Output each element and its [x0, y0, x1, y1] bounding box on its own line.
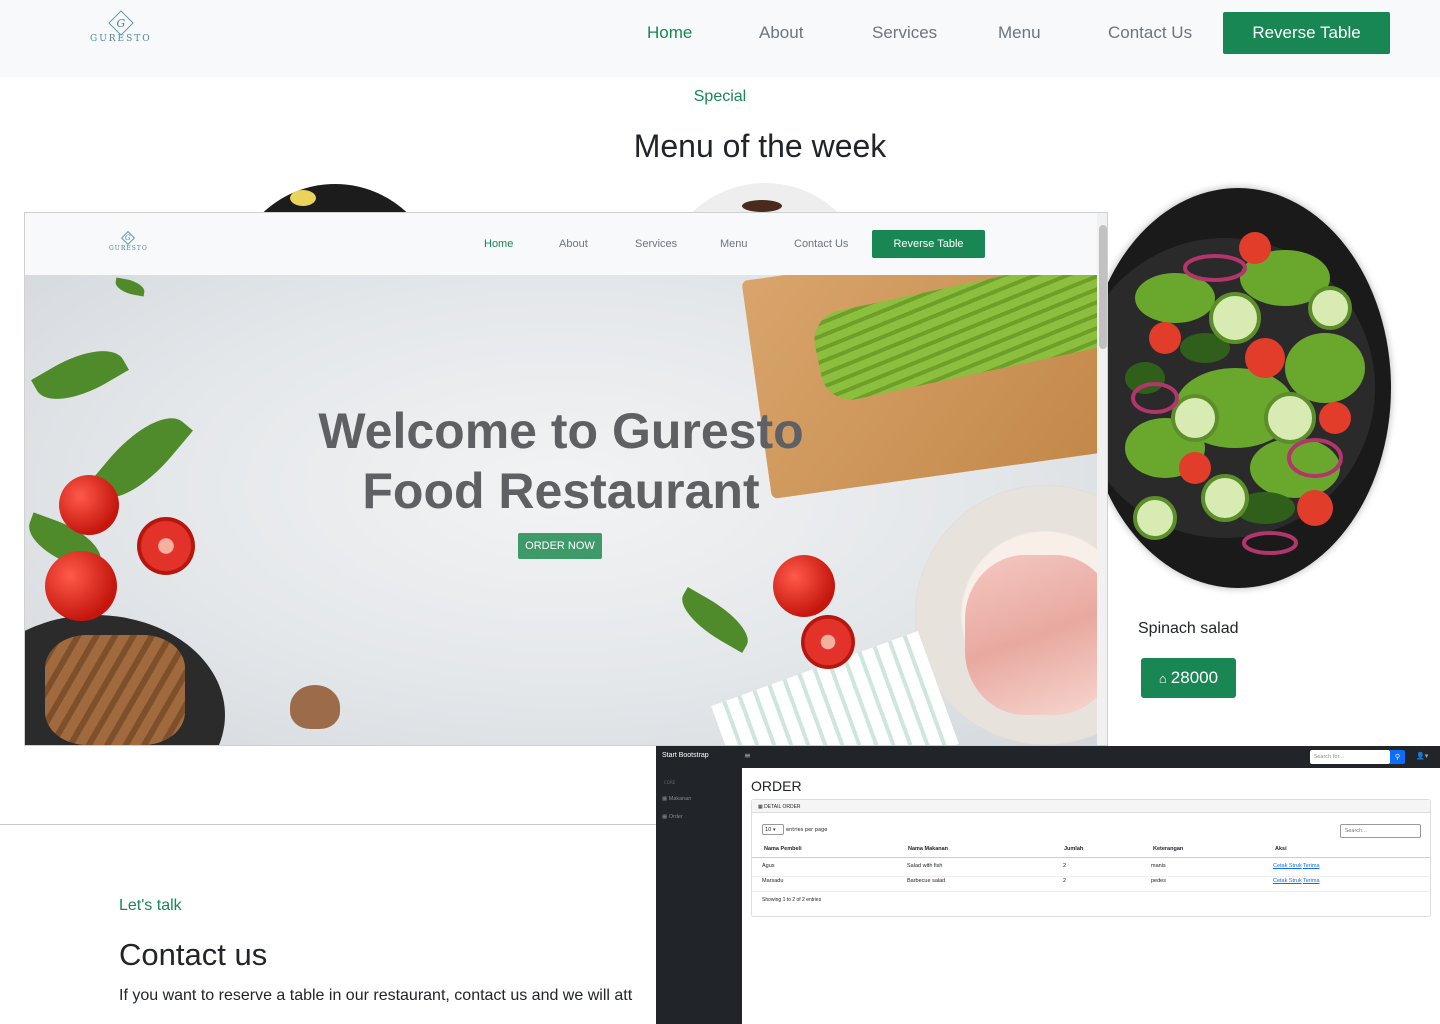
- hero-logo[interactable]: G GURESTO: [109, 230, 148, 252]
- admin-search-input[interactable]: Search for...: [1310, 750, 1390, 764]
- reserve-table-button[interactable]: Reverse Table: [1223, 12, 1390, 54]
- section-divider: [0, 824, 660, 825]
- order-card: ▦ DETAIL ORDER 10 ▾ entries per page Sea…: [751, 799, 1431, 917]
- arugula-leaf: [672, 587, 758, 653]
- tomato: [773, 555, 835, 617]
- admin-screenshot: Start Bootstrap ≡ Search for... ⚲ 👤▾ COR…: [656, 746, 1440, 1024]
- nav-home[interactable]: Home: [647, 23, 692, 43]
- col-aksi[interactable]: Aksi: [1275, 846, 1287, 852]
- nav-contact[interactable]: Contact Us: [1108, 23, 1192, 43]
- nav-services[interactable]: Services: [872, 23, 937, 43]
- hero-banner: Welcome to Guresto Food Restaurant ORDER…: [25, 275, 1097, 745]
- search-icon[interactable]: ⚲: [1390, 750, 1405, 764]
- terima-link[interactable]: Terima: [1303, 863, 1320, 869]
- admin-page-title: ORDER: [751, 778, 802, 794]
- tomato: [45, 551, 117, 621]
- hero-nav-services[interactable]: Services: [635, 238, 677, 250]
- col-keterangan[interactable]: Keterangan: [1153, 846, 1183, 852]
- sidebar-heading: CORE: [664, 780, 676, 785]
- scrollbar-thumb[interactable]: [1099, 225, 1107, 349]
- talk-kicker: Let's talk: [119, 897, 182, 914]
- hero-title: Welcome to Guresto Food Restaurant: [25, 401, 1097, 521]
- table-header-row: Nama Pembeli Nama Makanan Jumlah Keteran…: [752, 846, 1430, 858]
- wooden-spoons: [45, 635, 185, 745]
- special-title: Menu of the week: [633, 128, 887, 164]
- nav-menu[interactable]: Menu: [998, 23, 1041, 43]
- store-icon: ⌂: [1158, 670, 1167, 686]
- user-dropdown-icon[interactable]: 👤▾: [1416, 752, 1428, 760]
- logo-diamond-icon: G: [108, 10, 134, 36]
- card-header: ▦ DETAIL ORDER: [752, 800, 1430, 813]
- home-screenshot: G GURESTO Home About Services Menu Conta…: [24, 212, 1108, 746]
- hero-reserve-button[interactable]: Reverse Table: [872, 230, 985, 258]
- hero-nav-contact[interactable]: Contact Us: [794, 238, 848, 250]
- table-search-input[interactable]: Search...: [1340, 824, 1421, 838]
- table-icon: ▦: [662, 796, 669, 802]
- site-logo[interactable]: G GURESTO: [90, 10, 152, 44]
- tomato-half: [801, 615, 855, 669]
- ham-slices: [965, 555, 1097, 715]
- admin-sidebar: CORE ▦ Makanan ▦ Order: [656, 768, 742, 1024]
- site-navbar: G GURESTO Home About Services Menu Conta…: [0, 0, 1440, 77]
- hero-nav-about[interactable]: About: [559, 238, 588, 250]
- scrollbar[interactable]: [1097, 213, 1107, 745]
- menu-toggle-icon[interactable]: ≡: [744, 751, 751, 760]
- spinach-salad-image: [1085, 188, 1391, 588]
- dish-sauce: [742, 200, 782, 212]
- tomato-half: [137, 517, 195, 575]
- entries-select[interactable]: 10 ▾: [762, 824, 784, 835]
- table-row: Agus Salad with fish 2 manis Cetak Struk…: [752, 863, 1430, 877]
- dish-price: 28000: [1170, 668, 1219, 687]
- contact-title: Contact us: [119, 937, 268, 972]
- hero-title-line2: Food Restaurant: [362, 463, 760, 519]
- dish-name: Spinach salad: [1138, 620, 1239, 637]
- table-info: Showing 1 to 2 of 2 entries: [762, 897, 822, 903]
- sidebar-item-makanan[interactable]: ▦ Makanan: [662, 796, 691, 802]
- table-row: Marsadu Barbecue salad 2 pedes Cetak Str…: [752, 878, 1430, 892]
- admin-topbar: Start Bootstrap ≡ Search for... ⚲ 👤▾: [656, 746, 1440, 768]
- col-nama-makanan[interactable]: Nama Makanan: [908, 846, 948, 852]
- contact-text: If you want to reserve a table in our re…: [119, 987, 633, 1004]
- entries-label: entries per page: [786, 827, 828, 833]
- special-kicker: Special: [693, 88, 747, 105]
- admin-brand[interactable]: Start Bootstrap: [662, 752, 709, 759]
- hero-nav-menu[interactable]: Menu: [720, 238, 748, 250]
- sidebar-item-order[interactable]: ▦ Order: [662, 814, 683, 820]
- hero-logo-diamond-icon: G: [121, 230, 136, 246]
- col-jumlah[interactable]: Jumlah: [1064, 846, 1083, 852]
- col-nama-pembeli[interactable]: Nama Pembeli: [764, 846, 802, 852]
- cetak-struk-link[interactable]: Cetak Struk: [1273, 878, 1302, 884]
- terima-link[interactable]: Terima: [1303, 878, 1320, 884]
- dish-price-button[interactable]: ⌂ 28000: [1141, 658, 1236, 698]
- hero-title-line1: Welcome to Guresto: [318, 403, 804, 459]
- hero-navbar: G GURESTO Home About Services Menu Conta…: [25, 213, 1097, 275]
- dish-garnish: [290, 190, 316, 206]
- order-now-button[interactable]: ORDER NOW: [518, 533, 602, 559]
- nav-about[interactable]: About: [759, 23, 803, 43]
- cetak-struk-link[interactable]: Cetak Struk: [1273, 863, 1302, 869]
- hero-nav-home[interactable]: Home: [484, 238, 513, 250]
- arugula-leaf: [114, 277, 146, 297]
- card-title: DETAIL ORDER: [764, 804, 801, 810]
- hero-logo-text: GURESTO: [109, 245, 148, 252]
- table-icon: ▦: [662, 814, 669, 820]
- mushroom: [290, 685, 340, 729]
